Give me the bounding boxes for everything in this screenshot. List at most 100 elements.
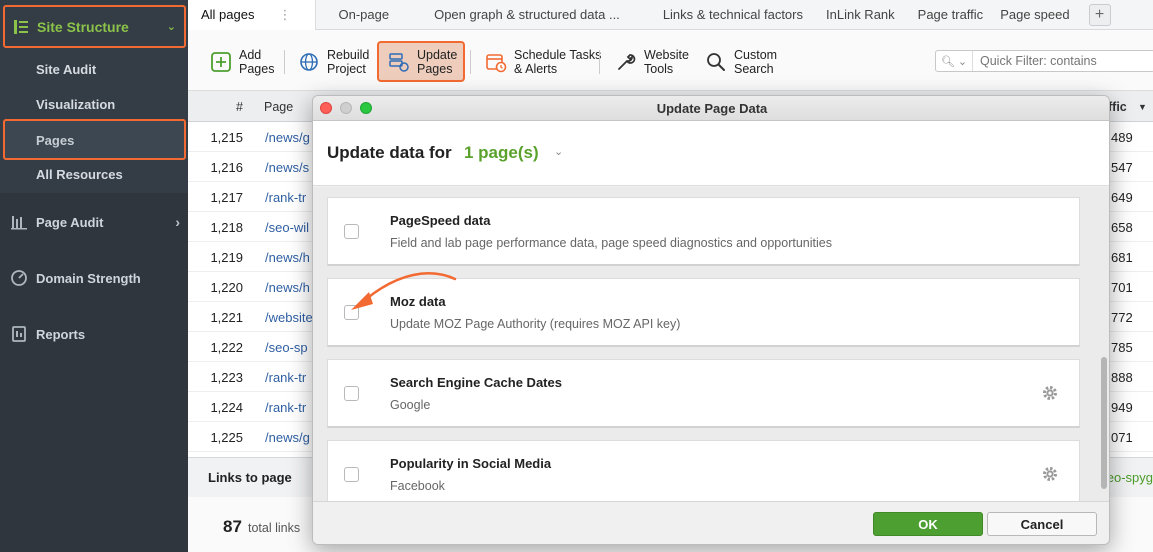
option-checkbox[interactable] [344, 467, 359, 482]
website-tools-button[interactable]: Website Tools [615, 42, 689, 82]
page-count-dropdown[interactable]: 1 page(s) [464, 143, 539, 163]
tab-page-traffic[interactable]: Page traffic [908, 0, 997, 30]
row-page-url[interactable]: /news/g [265, 430, 310, 445]
row-page-url[interactable]: /news/h [265, 250, 310, 265]
row-number: 1,221 [210, 310, 243, 325]
ok-button[interactable]: OK [873, 512, 983, 536]
update-options-list: PageSpeed data Field and lab page perfor… [313, 187, 1109, 501]
column-header-traffic[interactable]: ffic [1108, 100, 1127, 114]
globe-refresh-icon [300, 53, 318, 71]
tab-all-pages[interactable]: All pages ⋮ [188, 0, 317, 30]
tab-bar: All pages ⋮ On-page Open graph & structu… [188, 0, 1153, 30]
tab-menu-icon[interactable]: ⋮ [278, 7, 291, 23]
row-page-url[interactable]: /website [265, 310, 313, 325]
row-page-url[interactable]: /news/s [265, 160, 309, 175]
option-title: Popularity in Social Media [390, 456, 552, 471]
add-pages-button[interactable]: Add Pages [210, 42, 274, 82]
reports-icon [12, 326, 26, 342]
custom-search-label-2: Search [734, 62, 774, 76]
sidebar-item-domain-strength[interactable]: Domain Strength [10, 269, 180, 287]
cancel-button[interactable]: Cancel [987, 512, 1097, 536]
schedule-label-1: Schedule Tasks [514, 48, 602, 62]
schedule-tasks-button[interactable]: Schedule Tasks & Alerts [485, 42, 601, 82]
sidebar-item-all-resources[interactable]: All Resources [36, 167, 123, 182]
gear-icon[interactable] [1041, 384, 1059, 402]
update-pages-label-1: Update [417, 48, 458, 62]
update-data-for-label: Update data for [327, 143, 452, 162]
row-traffic: 785 [1111, 340, 1133, 355]
chevron-down-icon[interactable]: ⌄ [554, 145, 563, 158]
chevron-right-icon: › [175, 214, 180, 230]
scrollbar-thumb[interactable] [1101, 357, 1107, 489]
dialog-footer: OK Cancel [313, 501, 1109, 544]
row-page-url[interactable]: /seo-sp [265, 340, 308, 355]
sidebar-item-reports[interactable]: Reports [10, 325, 180, 343]
sidebar-item-label: Domain Strength [36, 270, 141, 286]
option-pagespeed[interactable]: PageSpeed data Field and lab page perfor… [327, 197, 1080, 266]
row-page-url[interactable]: /rank-tr [265, 400, 306, 415]
row-number: 1,224 [210, 400, 243, 415]
option-moz[interactable]: Moz data Update MOZ Page Authority (requ… [327, 278, 1080, 347]
sidebar: Site Structure ⌄ Site Audit Visualizatio… [0, 0, 188, 552]
row-traffic: 888 [1111, 370, 1133, 385]
row-number: 1,225 [210, 430, 243, 445]
tab-open-graph[interactable]: Open graph & structured data ... [402, 0, 633, 30]
option-title: Search Engine Cache Dates [390, 375, 562, 390]
option-cache-dates[interactable]: Search Engine Cache Dates Google [327, 359, 1080, 428]
sidebar-item-pages[interactable]: Pages [3, 119, 186, 160]
sidebar-item-label: Page Audit [36, 214, 104, 230]
row-page-url[interactable]: /news/g [265, 130, 310, 145]
sidebar-section-site-structure[interactable]: Site Structure ⌄ [3, 5, 186, 48]
column-header-num[interactable]: # [236, 100, 243, 114]
website-tools-label-1: Website [644, 48, 689, 62]
quick-filter: 🔍︎ ⌄ [935, 50, 1153, 72]
option-checkbox[interactable] [344, 224, 359, 239]
custom-search-button[interactable]: Custom Search [705, 42, 777, 82]
row-number: 1,223 [210, 370, 243, 385]
row-page-url[interactable]: /rank-tr [265, 370, 306, 385]
row-number: 1,215 [210, 130, 243, 145]
row-page-url[interactable]: /seo-wil [265, 220, 309, 235]
gear-icon[interactable] [1041, 465, 1059, 483]
option-title: PageSpeed data [390, 213, 491, 228]
add-icon [211, 52, 231, 72]
tab-page-speed[interactable]: Page speed [996, 0, 1082, 30]
sidebar-item-site-audit[interactable]: Site Audit [36, 62, 96, 77]
tab-label: All pages [201, 7, 255, 22]
quick-filter-input[interactable] [973, 54, 1143, 68]
row-number: 1,217 [210, 190, 243, 205]
column-header-page[interactable]: Page [264, 100, 293, 114]
dialog-scrollbar[interactable] [1099, 187, 1109, 501]
page-audit-icon [11, 216, 27, 230]
links-panel-url[interactable]: eo-spyg [1107, 470, 1153, 485]
row-traffic: 547 [1111, 160, 1133, 175]
add-tab-button[interactable]: + [1088, 3, 1111, 26]
row-page-url[interactable]: /news/h [265, 280, 310, 295]
update-pages-button[interactable]: Update Pages [377, 41, 465, 82]
row-number: 1,220 [210, 280, 243, 295]
option-checkbox[interactable] [344, 305, 359, 320]
rebuild-label-2: Project [327, 62, 366, 76]
tab-inlink-rank[interactable]: InLink Rank [816, 0, 908, 30]
add-pages-label-1: Add [239, 48, 262, 62]
sidebar-item-page-audit[interactable]: Page Audit › [10, 213, 180, 231]
sidebar-item-visualization[interactable]: Visualization [36, 97, 115, 112]
option-description: Facebook [390, 479, 445, 493]
option-checkbox[interactable] [344, 386, 359, 401]
rebuild-project-button[interactable]: Rebuild Project [298, 42, 369, 82]
tab-links-technical[interactable]: Links & technical factors [633, 0, 816, 30]
row-page-url[interactable]: /rank-tr [265, 190, 306, 205]
chevron-down-icon: ⌄ [166, 21, 176, 33]
row-number: 1,222 [210, 340, 243, 355]
filter-search-dropdown[interactable]: 🔍︎ ⌄ [936, 51, 973, 71]
option-description: Update MOZ Page Authority (requires MOZ … [390, 317, 681, 331]
option-social-media[interactable]: Popularity in Social Media Facebook [327, 440, 1080, 501]
rebuild-label-1: Rebuild [327, 48, 370, 62]
row-traffic: 071 [1111, 430, 1133, 445]
update-pages-label-2: Pages [417, 62, 453, 76]
custom-search-label-1: Custom [734, 48, 778, 62]
domain-strength-icon [11, 270, 27, 286]
tab-on-page[interactable]: On-page [316, 0, 402, 30]
links-panel-title: Links to page [208, 470, 292, 485]
row-number: 1,216 [210, 160, 243, 175]
